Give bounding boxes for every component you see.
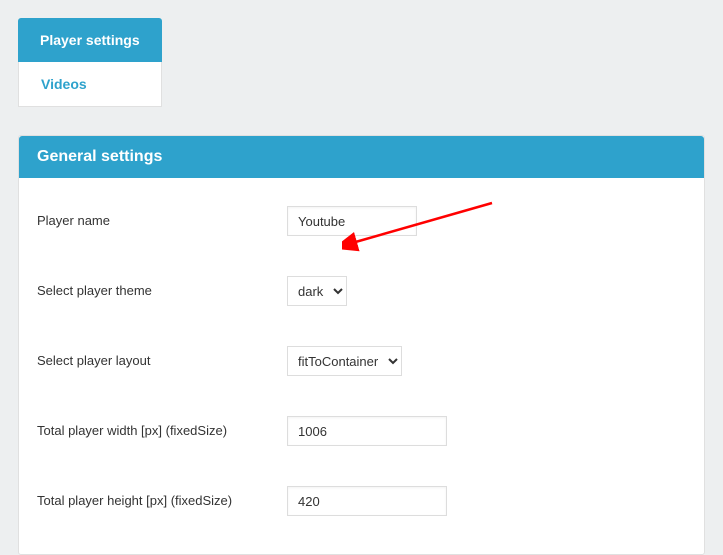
panel-body: Player name Select player theme dark Sel… [19,178,704,554]
row-player-height: Total player height [px] (fixedSize) [37,466,686,536]
input-player-width[interactable] [287,416,447,446]
general-settings-panel: General settings Player name Select play… [18,135,705,555]
panel-header: General settings [19,136,704,178]
row-player-theme: Select player theme dark [37,256,686,326]
tab-videos[interactable]: Videos [18,62,162,107]
row-player-name: Player name [37,186,686,256]
input-player-name[interactable] [287,206,417,236]
label-player-width: Total player width [px] (fixedSize) [37,422,287,440]
label-player-name: Player name [37,212,287,230]
label-player-layout: Select player layout [37,352,287,370]
label-player-theme: Select player theme [37,282,287,300]
tab-player-settings[interactable]: Player settings [18,18,162,62]
row-player-width: Total player width [px] (fixedSize) [37,396,686,466]
select-player-theme[interactable]: dark [287,276,347,306]
input-player-height[interactable] [287,486,447,516]
row-player-layout: Select player layout fitToContainer [37,326,686,396]
label-player-height: Total player height [px] (fixedSize) [37,492,287,510]
tabs-nav: Player settings Videos [18,18,162,107]
select-player-layout[interactable]: fitToContainer [287,346,402,376]
